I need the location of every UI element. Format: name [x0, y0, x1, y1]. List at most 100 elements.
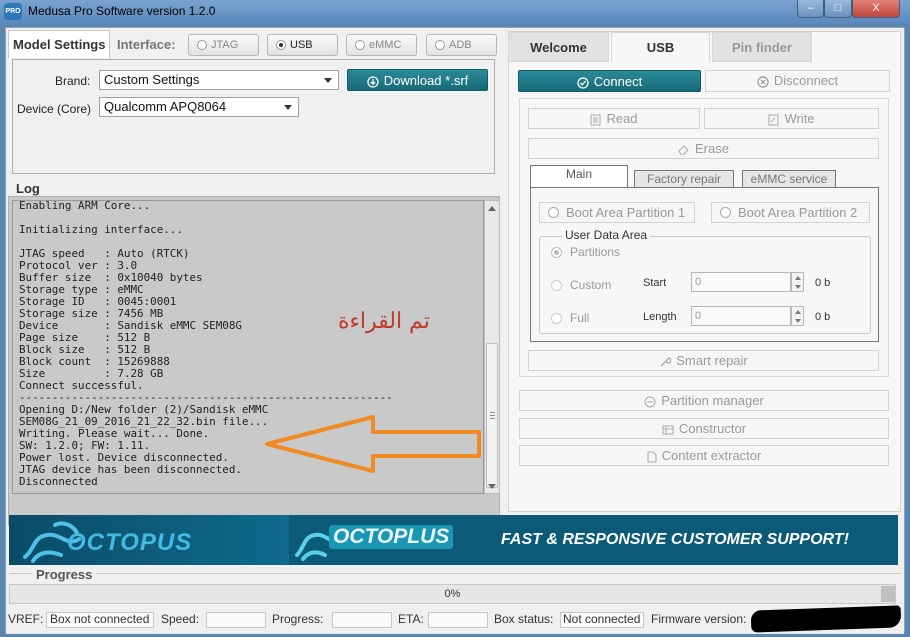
custom-radio[interactable] [551, 280, 562, 291]
interface-jtag-radio[interactable]: JTAG [188, 34, 259, 56]
speed-label: Speed: [161, 612, 200, 626]
start-unit: 0 b [815, 277, 831, 289]
main-subtab-panel: Boot Area Partition 1 Boot Area Partitio… [530, 187, 879, 342]
download-srf-button[interactable]: Download *.srf [347, 69, 488, 91]
tab-welcome[interactable]: Welcome [508, 32, 609, 62]
read-button[interactable]: Read [528, 108, 700, 129]
status-bar: VREF: Box not connected Speed: Progress:… [6, 605, 904, 634]
partition-manager-label: Partition manager [661, 393, 764, 408]
write-label: Write [784, 111, 815, 126]
cancel-circle-icon [757, 75, 769, 88]
box-status-label: Box status: [494, 612, 554, 626]
connect-label: Connect [593, 74, 643, 89]
full-label: Full [570, 311, 590, 325]
model-settings-panel: Brand: Custom Settings Device (Core) Qua… [12, 59, 495, 174]
vref-value: Box not connected [50, 612, 150, 626]
octopus-logo-area: OCTOPUS [9, 515, 289, 565]
model-settings-tab: Model Settings [8, 30, 110, 58]
interface-option-label: eMMC [369, 39, 402, 51]
start-input[interactable]: 0 [691, 272, 791, 292]
radio-icon [276, 40, 286, 50]
interface-adb-radio[interactable]: ADB [426, 34, 497, 56]
app-icon: PRO [4, 3, 22, 20]
erase-label: Erase [695, 141, 729, 156]
write-icon [768, 114, 779, 126]
smart-repair-label: Smart repair [676, 353, 748, 368]
scroll-down-icon[interactable] [488, 484, 496, 490]
constructor-icon [662, 425, 674, 435]
firmware-label: Firmware version: [651, 612, 747, 626]
write-button[interactable]: Write [704, 108, 879, 129]
vref-label: VREF: [8, 612, 44, 626]
brand-select[interactable]: Custom Settings [99, 70, 339, 90]
erase-button[interactable]: Erase [528, 138, 879, 159]
banner-tagline: FAST & RESPONSIVE CUSTOMER SUPPORT! [501, 531, 849, 548]
interface-option-label: ADB [449, 39, 472, 51]
device-select[interactable]: Qualcomm APQ8064 [99, 97, 299, 117]
minimize-button[interactable]: – [797, 0, 824, 18]
partitions-label: Partitions [570, 245, 621, 259]
scroll-up-icon[interactable] [488, 205, 496, 211]
interface-emmc-radio[interactable]: eMMC [346, 34, 417, 56]
arrow-left-icon [265, 415, 481, 473]
partition-icon [644, 396, 656, 408]
interface-usb-radio[interactable]: USB [267, 34, 338, 56]
document-icon [647, 451, 657, 463]
progress-percent: 0% [444, 588, 461, 600]
interface-option-label: JTAG [211, 39, 239, 51]
wrench-icon [660, 356, 672, 367]
log-scrollbar[interactable] [484, 200, 500, 494]
octopus-brand: OCTOPUS [67, 529, 193, 556]
octoplus-brand: OCTOPLUS [329, 525, 454, 549]
custom-label: Custom [570, 278, 612, 292]
download-icon [367, 75, 379, 88]
boot-area-partition-2-toggle[interactable]: Boot Area Partition 2 [711, 202, 870, 223]
length-stepper[interactable] [791, 306, 804, 326]
download-label: Download *.srf [383, 73, 469, 88]
read-label: Read [606, 111, 638, 126]
subtab-main[interactable]: Main [530, 165, 628, 187]
eraser-icon [678, 145, 689, 156]
connect-button[interactable]: Connect [518, 70, 701, 92]
maximize-button[interactable]: □ [824, 0, 852, 18]
chevron-down-icon [284, 105, 292, 110]
device-select-value: Qualcomm APQ8064 [104, 99, 227, 114]
partitions-radio[interactable] [551, 247, 562, 258]
log-output: Enabling ARM Core... Initializing interf… [12, 200, 484, 494]
content-extractor-label: Content extractor [661, 448, 762, 463]
radio-icon [435, 40, 445, 50]
radio-icon [355, 40, 365, 50]
model-settings-label: Model Settings [13, 37, 106, 52]
close-button[interactable]: X [852, 0, 900, 18]
disconnect-button[interactable]: Disconnect [705, 70, 890, 92]
eta-label: ETA: [398, 612, 424, 626]
start-stepper[interactable] [791, 272, 804, 292]
radio-icon [548, 207, 559, 218]
constructor-button[interactable]: Constructor [519, 418, 889, 439]
progress-title: Progress [32, 567, 97, 582]
device-label: Device (Core) [17, 102, 92, 116]
boot-area-partition-1-toggle[interactable]: Boot Area Partition 1 [539, 202, 695, 223]
log-annotation-text: تم القراءة [338, 309, 430, 334]
smart-repair-button[interactable]: Smart repair [528, 350, 879, 371]
constructor-label: Constructor [678, 421, 747, 436]
boot2-label: Boot Area Partition 2 [738, 205, 858, 220]
content-extractor-button[interactable]: Content extractor [519, 445, 889, 466]
advert-banner[interactable]: OCTOPUS OCTOPLUS FAST & RESPONSIVE CUSTO… [9, 515, 898, 565]
brand-select-value: Custom Settings [104, 72, 200, 87]
length-input[interactable]: 0 [691, 306, 791, 326]
user-data-area-group: User Data Area Partitions Custom Start 0… [539, 228, 871, 334]
main-window: Model Settings Interface: JTAG USB eMMC ADB… [5, 27, 905, 634]
tab-pin-finder[interactable]: Pin finder [712, 32, 812, 62]
tab-usb[interactable]: USB [611, 32, 710, 62]
partition-manager-button[interactable]: Partition manager [519, 390, 889, 411]
speed-value-box [206, 612, 266, 628]
radio-icon [197, 40, 207, 50]
full-radio[interactable] [551, 313, 562, 324]
resize-grip[interactable] [881, 586, 895, 602]
check-circle-icon [577, 76, 589, 89]
interface-label: Interface: [117, 37, 176, 52]
chevron-down-icon [324, 78, 332, 83]
disconnect-label: Disconnect [773, 73, 839, 88]
scroll-thumb[interactable] [486, 343, 498, 488]
